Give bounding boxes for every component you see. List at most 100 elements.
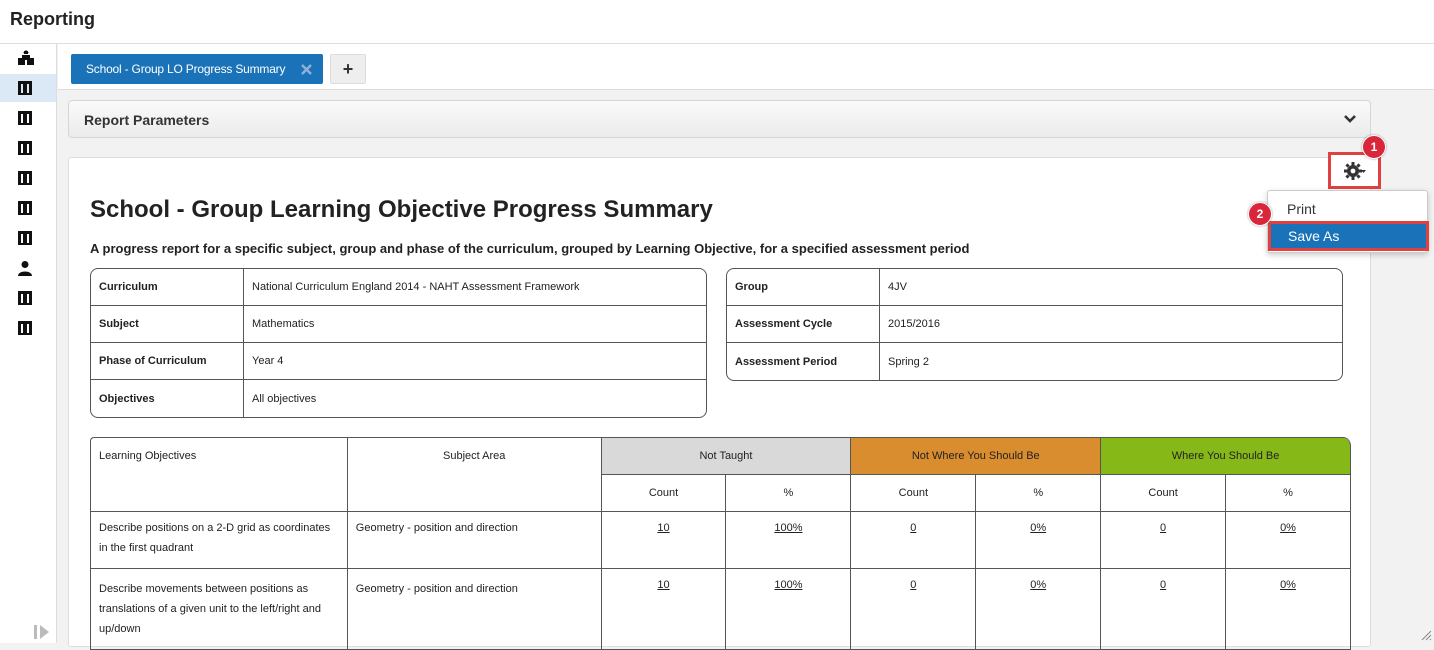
expand-sidebar-button[interactable] [33,624,51,645]
percent-link[interactable]: 0% [1280,522,1296,534]
param-row: Curriculum National Curriculum England 20… [91,269,706,306]
building-icon [18,141,32,155]
report-parameters-title: Report Parameters [84,112,210,128]
param-value: Year 4 [244,343,706,380]
param-row: Subject Mathematics [91,306,706,343]
sidebar-item-building-2[interactable] [0,104,56,132]
header-not-where-you-should-be: Not Where You Should Be [851,438,1102,475]
count-link[interactable]: 0 [1160,579,1166,591]
expand-sidebar-icon [34,625,49,639]
callout-badge-2: 2 [1248,202,1272,226]
percent-link[interactable]: 0% [1030,522,1046,534]
resize-handle-icon[interactable] [1420,629,1432,641]
where-percent-cell: 0% [1226,569,1351,650]
report-params-left: Curriculum National Curriculum England 20… [90,268,707,418]
count-link[interactable]: 10 [657,579,669,591]
percent-link[interactable]: 0% [1030,579,1046,591]
objective-cell: Describe positions on a 2-D grid as coor… [91,512,348,569]
header-percent: % [976,475,1102,512]
sidebar [0,44,57,643]
percent-link[interactable]: 100% [774,579,802,591]
not-where-percent-cell: 0% [976,569,1102,650]
report-title: School - Group Learning Objective Progre… [90,196,713,223]
building-icon [18,171,32,185]
count-link[interactable]: 0 [910,522,916,534]
chevron-down-icon[interactable] [1344,114,1356,124]
add-tab-button[interactable]: + [330,54,366,84]
param-label: Phase of Curriculum [91,343,244,380]
building-icon [18,291,32,305]
param-value: 4JV [880,269,1342,306]
menu-item-print[interactable]: Print [1287,201,1316,217]
param-label: Assessment Cycle [727,306,880,343]
report-description: A progress report for a specific subject… [90,241,970,256]
header-count: Count [601,475,727,512]
report-parameters-panel[interactable]: Report Parameters [68,100,1371,138]
param-label: Objectives [91,380,244,417]
sidebar-item-building-4[interactable] [0,164,56,192]
not-where-count-cell: 0 [851,512,977,569]
count-link[interactable]: 0 [1160,522,1166,534]
sidebar-item-building-1[interactable] [0,74,56,102]
app-title: Reporting [10,9,95,29]
percent-link[interactable]: 0% [1280,579,1296,591]
where-count-cell: 0 [1101,569,1227,650]
param-label: Curriculum [91,269,244,306]
header-subject-area: Subject Area [347,438,602,512]
sidebar-item-person[interactable] [0,254,56,282]
header-where-you-should-be: Where You Should Be [1101,438,1351,475]
percent-link[interactable]: 100% [774,522,802,534]
param-row: Phase of Curriculum Year 4 [91,343,706,380]
count-link[interactable]: 0 [910,579,916,591]
sidebar-item-building-5[interactable] [0,194,56,222]
where-count-cell: 0 [1101,512,1227,569]
not-where-percent-cell: 0% [976,512,1102,569]
table-header-row: Learning Objectives Subject Area Not Tau… [91,438,1351,512]
objective-cell: Describe movements between positions as … [91,569,348,650]
not-taught-count-cell: 10 [601,569,727,650]
report-panel: School - Group Learning Objective Progre… [68,157,1371,650]
building-icon [18,231,32,245]
tab-bar: School - Group LO Progress Summary + [58,44,1434,90]
param-value: All objectives [252,392,317,405]
sidebar-item-school[interactable] [0,44,56,72]
tab-group-lo-progress-summary[interactable]: School - Group LO Progress Summary [71,54,323,84]
callout-badge-1: 1 [1362,135,1386,159]
header-count: Count [1101,475,1227,512]
sidebar-item-building-8[interactable] [0,314,56,342]
subject-area-cell: Geometry - position and direction [347,512,602,569]
header-percent: % [726,475,852,512]
subject-area-cell: Geometry - position and direction [347,569,602,650]
header-not-taught: Not Taught [601,438,852,475]
top-bar: Reporting [0,0,1434,44]
not-where-count-cell: 0 [851,569,977,650]
header-learning-objectives: Learning Objectives [91,438,348,512]
building-icon [18,111,32,125]
param-value: Mathematics [244,306,706,343]
school-icon [18,50,34,65]
sidebar-item-building-3[interactable] [0,134,56,162]
where-percent-cell: 0% [1226,512,1351,569]
count-link[interactable]: 10 [657,522,669,534]
param-row: Assessment Cycle 2015/2016 [727,306,1342,343]
param-row: Assessment Period Spring 2 [727,343,1342,380]
main-area: School - Group LO Progress Summary + Rep… [58,44,1434,650]
close-icon[interactable] [301,64,312,75]
sidebar-item-building-6[interactable] [0,224,56,252]
report-params-right: Group 4JV Assessment Cycle 2015/2016 Asses… [726,268,1343,381]
param-value: National Curriculum England 2014 - NAHT … [244,269,706,306]
param-label: Group [727,269,880,306]
param-row: Group 4JV [727,269,1342,306]
gear-icon [1343,161,1366,180]
header-count: Count [851,475,977,512]
not-taught-percent-cell: 100% [726,512,852,569]
param-row: Objectives All objectives [91,380,706,417]
not-taught-count-cell: 10 [601,512,727,569]
not-taught-percent-cell: 100% [726,569,852,650]
sidebar-item-building-7[interactable] [0,284,56,312]
settings-dropdown-menu: Print Save As [1267,190,1429,253]
param-value: Spring 2 [888,355,929,368]
tab-label: School - Group LO Progress Summary [86,62,286,76]
objectives-table: Learning Objectives Subject Area Not Tau… [90,437,1351,650]
menu-item-save-as[interactable]: Save As [1268,221,1429,251]
